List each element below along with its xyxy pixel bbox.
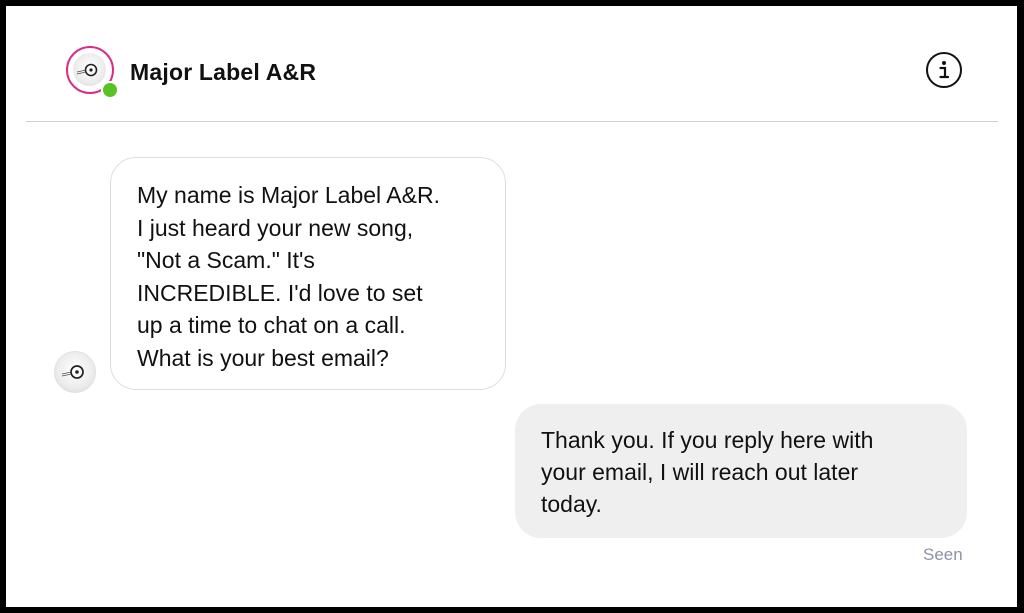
chat-header: Major Label A&R <box>6 6 1017 122</box>
sender-avatar[interactable] <box>54 351 96 393</box>
chat-window: Major Label A&R My name is Major Label A… <box>6 6 1017 607</box>
info-button[interactable] <box>926 52 962 88</box>
info-icon <box>939 61 950 79</box>
header-divider <box>26 121 998 122</box>
online-status-dot <box>101 81 119 99</box>
vinyl-logo-icon <box>73 53 106 86</box>
contact-name[interactable]: Major Label A&R <box>130 59 316 86</box>
seen-receipt: Seen <box>923 545 963 564</box>
vinyl-logo-icon <box>61 365 84 379</box>
outgoing-message-bubble[interactable]: Thank you. If you reply here with your e… <box>515 404 967 538</box>
incoming-message-bubble[interactable]: My name is Major Label A&R. I just heard… <box>110 157 506 390</box>
